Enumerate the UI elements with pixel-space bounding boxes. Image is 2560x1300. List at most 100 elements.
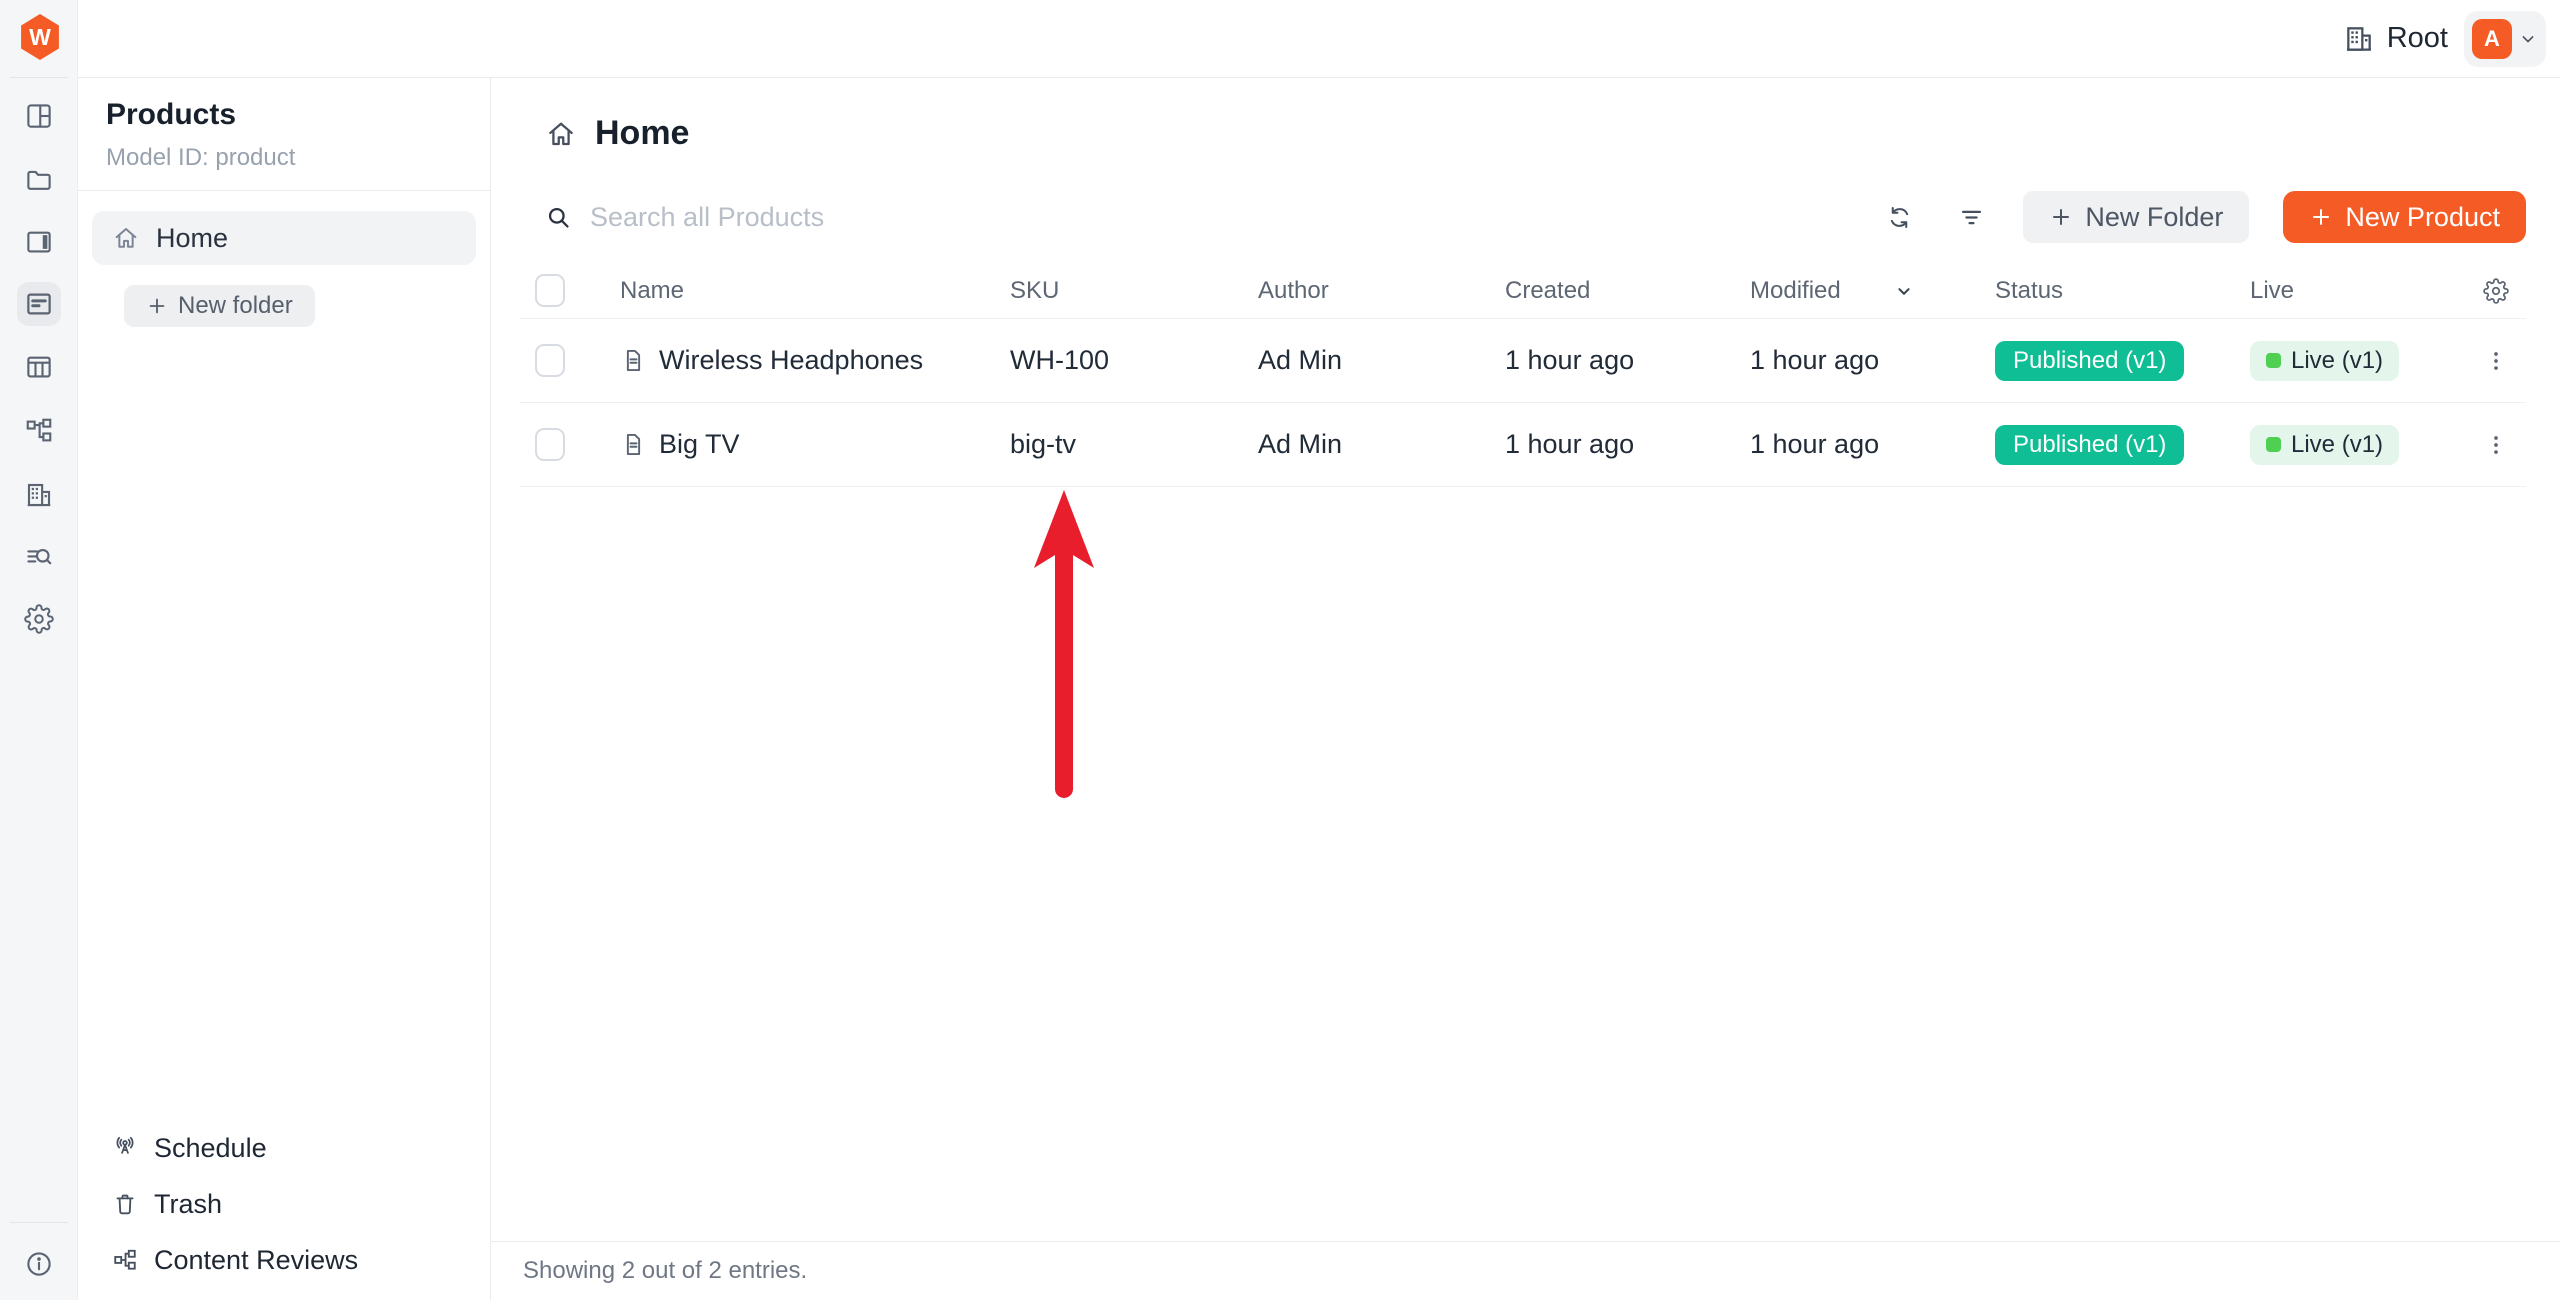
kebab-menu-icon	[2483, 432, 2509, 458]
info-icon	[24, 1249, 54, 1279]
sidebar-bottom: Schedule Trash Content Reviews	[92, 1126, 476, 1282]
cell-author: Ad Min	[1258, 429, 1505, 460]
top-bar: Root A	[78, 0, 2560, 78]
sidebar-item-content-reviews[interactable]: Content Reviews	[92, 1238, 476, 1282]
logo-letter: W	[29, 24, 51, 51]
rail-item-workflows[interactable]	[17, 409, 61, 453]
filter-icon	[1958, 204, 1985, 231]
column-header-name: Name	[590, 277, 1010, 305]
column-header-status: Status	[1995, 277, 2250, 305]
form-builder-icon	[24, 352, 54, 382]
cell-modified: 1 hour ago	[1750, 345, 1995, 376]
model-sidebar: Products Model ID: product Home New fold…	[78, 78, 491, 1300]
gear-icon	[24, 604, 54, 634]
model-id: Model ID: product	[106, 144, 462, 172]
rail-item-folders[interactable]	[17, 158, 61, 202]
red-annotation-arrow	[1031, 488, 1097, 808]
page-heading: Home	[491, 78, 2560, 153]
folder-tree: Home New folder	[78, 191, 490, 327]
rail-item-form-builder[interactable]	[17, 345, 61, 389]
table-header-row: Name SKU Author Created Modified Status …	[520, 263, 2526, 319]
column-header-modified: Modified	[1750, 277, 1995, 305]
tenant-label: Root	[2387, 22, 2448, 55]
search-input[interactable]	[590, 202, 1190, 233]
sidebar-new-folder-button[interactable]: New folder	[124, 285, 315, 327]
chevron-down-icon	[2518, 29, 2538, 49]
table-footer: Showing 2 out of 2 entries.	[491, 1241, 2560, 1300]
column-header-author: Author	[1258, 277, 1505, 305]
select-all-checkbox[interactable]	[535, 274, 565, 307]
cell-name: Wireless Headphones	[590, 345, 1010, 376]
rail-item-tenant-manager[interactable]	[17, 473, 61, 517]
tenant-selector[interactable]: Root	[2343, 22, 2448, 55]
cell-modified: 1 hour ago	[1750, 429, 1995, 460]
broadcast-icon	[112, 1135, 138, 1161]
live-badge: Live (v1)	[2250, 425, 2399, 465]
page-builder-icon	[24, 227, 54, 257]
workflow-icon	[112, 1247, 138, 1273]
rail-item-headless-cms[interactable]	[17, 282, 61, 326]
sidebar-item-trash[interactable]: Trash	[92, 1182, 476, 1226]
table-row[interactable]: Wireless Headphones WH-100 Ad Min 1 hour…	[520, 319, 2526, 403]
rail-item-settings[interactable]	[17, 597, 61, 641]
plus-icon	[2049, 205, 2073, 229]
controls-row: New Folder New Product	[545, 191, 2526, 243]
rail-item-page-builder[interactable]	[17, 220, 61, 264]
entries-summary: Showing 2 out of 2 entries.	[523, 1257, 807, 1285]
model-title: Products	[106, 98, 462, 132]
cell-name: Big TV	[590, 429, 1010, 460]
icon-rail: W	[0, 0, 78, 1300]
rail-item-audit-logs[interactable]	[17, 535, 61, 579]
column-header-created: Created	[1505, 277, 1750, 305]
main-content: Home New Folder New Product	[491, 78, 2560, 1300]
app-window: W	[0, 0, 2560, 1300]
row-checkbox[interactable]	[535, 428, 565, 461]
trash-icon	[112, 1191, 138, 1217]
webiny-logo[interactable]: W	[19, 14, 61, 60]
folder-item-home[interactable]: Home	[92, 211, 476, 265]
sidebar-item-label: Schedule	[154, 1133, 267, 1164]
row-actions-button[interactable]	[2474, 339, 2518, 383]
search-list-icon	[24, 542, 54, 572]
rail-item-info[interactable]	[17, 1242, 61, 1286]
rail-item-dashboard[interactable]	[17, 94, 61, 138]
cell-sku: big-tv	[1010, 429, 1258, 460]
cell-author: Ad Min	[1258, 345, 1505, 376]
cell-created: 1 hour ago	[1505, 345, 1750, 376]
new-folder-label: New folder	[178, 292, 293, 320]
home-icon	[112, 224, 140, 252]
rail-divider	[10, 1222, 68, 1223]
rail-divider	[10, 77, 68, 78]
row-actions-button[interactable]	[2474, 423, 2518, 467]
sidebar-item-label: Trash	[154, 1189, 222, 1220]
folder-icon	[24, 165, 54, 195]
headless-cms-icon	[24, 289, 54, 319]
page-title: Home	[595, 114, 689, 153]
document-icon	[620, 431, 647, 458]
column-settings-button[interactable]	[2474, 269, 2518, 313]
sidebar-item-schedule[interactable]: Schedule	[92, 1126, 476, 1170]
search-icon	[545, 204, 572, 231]
document-icon	[620, 347, 647, 374]
search-box	[545, 202, 1877, 233]
live-dot	[2266, 353, 2281, 368]
column-header-live: Live	[2250, 277, 2466, 305]
entries-table: Name SKU Author Created Modified Status …	[520, 263, 2526, 487]
new-folder-button[interactable]: New Folder	[2023, 191, 2249, 243]
dashboard-icon	[24, 101, 54, 131]
sidebar-item-label: Content Reviews	[154, 1245, 358, 1276]
row-checkbox[interactable]	[535, 344, 565, 377]
table-row[interactable]: Big TV big-tv Ad Min 1 hour ago 1 hour a…	[520, 403, 2526, 487]
user-menu[interactable]: A	[2464, 11, 2546, 67]
new-product-button[interactable]: New Product	[2283, 191, 2526, 243]
gear-icon	[2483, 278, 2509, 304]
refresh-button[interactable]	[1877, 195, 1921, 239]
status-badge: Published (v1)	[1995, 425, 2184, 465]
building-icon	[24, 480, 54, 510]
sort-chevron-icon[interactable]	[1893, 280, 1915, 302]
building-icon	[2343, 23, 2375, 55]
status-badge: Published (v1)	[1995, 341, 2184, 381]
home-icon	[545, 118, 577, 150]
filter-button[interactable]	[1949, 195, 1993, 239]
plus-icon	[146, 295, 168, 317]
